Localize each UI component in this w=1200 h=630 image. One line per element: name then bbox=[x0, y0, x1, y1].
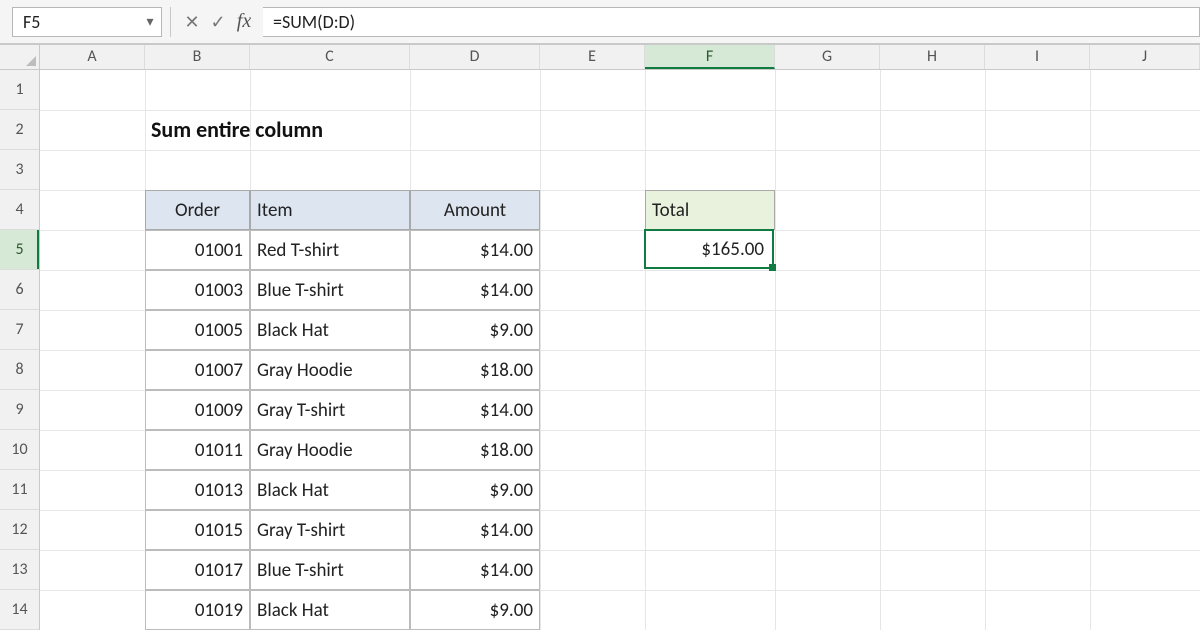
column-headers[interactable]: ABCDEFGHIJ bbox=[40, 44, 1200, 70]
row-headers[interactable]: 123456789101112131415 bbox=[0, 70, 40, 630]
row-header-1[interactable]: 1 bbox=[0, 70, 39, 110]
table-header-order[interactable]: Order bbox=[145, 190, 250, 230]
table-row-order[interactable]: 01009 bbox=[145, 390, 250, 430]
chevron-down-icon[interactable]: ▾ bbox=[139, 13, 161, 30]
formula-text: =SUM(D:D) bbox=[273, 11, 355, 33]
cells-area[interactable]: Sum entire column OrderItemAmount 01001Red… bbox=[40, 70, 1200, 630]
column-header-C[interactable]: C bbox=[250, 45, 410, 69]
total-value: $165.00 bbox=[646, 231, 772, 267]
row-header-7[interactable]: 7 bbox=[0, 310, 39, 350]
table-header-item[interactable]: Item bbox=[250, 190, 410, 230]
table-row-amount[interactable]: $9.00 bbox=[410, 310, 540, 350]
table-row-amount[interactable]: $9.00 bbox=[410, 590, 540, 630]
row-header-12[interactable]: 12 bbox=[0, 510, 39, 550]
column-header-F[interactable]: F bbox=[645, 45, 775, 69]
confirm-icon[interactable]: ✓ bbox=[205, 7, 231, 37]
table-row-item[interactable]: Gray Hoodie bbox=[250, 430, 410, 470]
row-header-8[interactable]: 8 bbox=[0, 350, 39, 390]
table-row-order[interactable]: 01015 bbox=[145, 510, 250, 550]
table-row-item[interactable]: Black Hat bbox=[250, 470, 410, 510]
column-header-I[interactable]: I bbox=[985, 45, 1090, 69]
table-row-amount[interactable]: $14.00 bbox=[410, 510, 540, 550]
table-row-item[interactable]: Gray T-shirt bbox=[250, 390, 410, 430]
table-row-item[interactable]: Black Hat bbox=[250, 590, 410, 630]
row-header-5[interactable]: 5 bbox=[0, 230, 39, 270]
table-row-item[interactable]: Gray T-shirt bbox=[250, 510, 410, 550]
column-header-A[interactable]: A bbox=[40, 45, 145, 69]
name-box[interactable]: F5 ▾ bbox=[12, 7, 162, 37]
row-header-6[interactable]: 6 bbox=[0, 270, 39, 310]
select-all-corner[interactable] bbox=[0, 44, 40, 70]
page-title[interactable]: Sum entire column bbox=[145, 110, 540, 150]
total-label[interactable]: Total bbox=[645, 190, 775, 230]
table-row-order[interactable]: 01019 bbox=[145, 590, 250, 630]
formula-bar: F5 ▾ ✕ ✓ fx =SUM(D:D) bbox=[0, 0, 1200, 44]
table-row-order[interactable]: 01017 bbox=[145, 550, 250, 590]
formula-input[interactable]: =SUM(D:D) bbox=[263, 7, 1200, 37]
row-header-4[interactable]: 4 bbox=[0, 190, 39, 230]
table-row-amount[interactable]: $18.00 bbox=[410, 350, 540, 390]
table-row-order[interactable]: 01005 bbox=[145, 310, 250, 350]
column-header-B[interactable]: B bbox=[145, 45, 250, 69]
row-header-11[interactable]: 11 bbox=[0, 470, 39, 510]
row-header-10[interactable]: 10 bbox=[0, 430, 39, 470]
row-header-14[interactable]: 14 bbox=[0, 590, 39, 630]
row-header-3[interactable]: 3 bbox=[0, 150, 39, 190]
table-row-amount[interactable]: $9.00 bbox=[410, 470, 540, 510]
separator bbox=[170, 7, 171, 37]
table-row-amount[interactable]: $18.00 bbox=[410, 430, 540, 470]
fill-handle[interactable] bbox=[769, 264, 776, 271]
table-row-order[interactable]: 01001 bbox=[145, 230, 250, 270]
active-cell[interactable]: $165.00 bbox=[644, 229, 774, 269]
column-header-J[interactable]: J bbox=[1090, 45, 1200, 69]
table-row-item[interactable]: Gray Hoodie bbox=[250, 350, 410, 390]
table-row-item[interactable]: Blue T-shirt bbox=[250, 550, 410, 590]
table-row-order[interactable]: 01013 bbox=[145, 470, 250, 510]
table-row-order[interactable]: 01003 bbox=[145, 270, 250, 310]
name-box-value: F5 bbox=[13, 11, 139, 33]
row-header-9[interactable]: 9 bbox=[0, 390, 39, 430]
table-row-amount[interactable]: $14.00 bbox=[410, 230, 540, 270]
column-header-E[interactable]: E bbox=[540, 45, 645, 69]
column-header-G[interactable]: G bbox=[775, 45, 880, 69]
column-header-D[interactable]: D bbox=[410, 45, 540, 69]
column-header-H[interactable]: H bbox=[880, 45, 985, 69]
table-row-amount[interactable]: $14.00 bbox=[410, 390, 540, 430]
table-row-item[interactable]: Blue T-shirt bbox=[250, 270, 410, 310]
worksheet[interactable]: ABCDEFGHIJ 123456789101112131415 Sum ent… bbox=[0, 44, 1200, 630]
table-header-amount[interactable]: Amount bbox=[410, 190, 540, 230]
table-row-amount[interactable]: $14.00 bbox=[410, 550, 540, 590]
fx-icon[interactable]: fx bbox=[231, 7, 257, 37]
row-header-13[interactable]: 13 bbox=[0, 550, 39, 590]
table-row-item[interactable]: Black Hat bbox=[250, 310, 410, 350]
row-header-2[interactable]: 2 bbox=[0, 110, 39, 150]
table-row-order[interactable]: 01007 bbox=[145, 350, 250, 390]
table-row-order[interactable]: 01011 bbox=[145, 430, 250, 470]
cancel-icon[interactable]: ✕ bbox=[179, 7, 205, 37]
table-row-item[interactable]: Red T-shirt bbox=[250, 230, 410, 270]
table-row-amount[interactable]: $14.00 bbox=[410, 270, 540, 310]
